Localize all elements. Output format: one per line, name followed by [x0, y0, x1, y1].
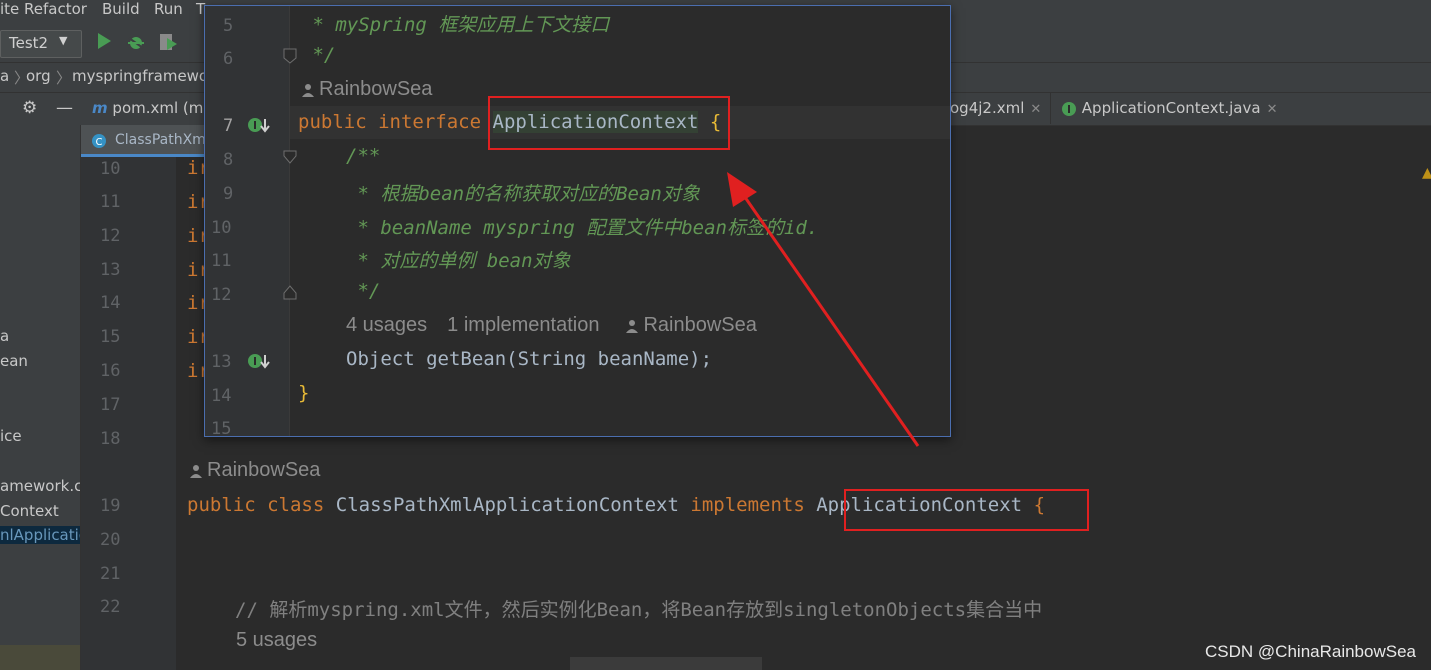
watermark: CSDN @ChinaRainbowSea — [1205, 642, 1416, 661]
warning-icon[interactable]: ▲ — [1422, 165, 1431, 181]
annotation-arrow — [727, 172, 920, 447]
